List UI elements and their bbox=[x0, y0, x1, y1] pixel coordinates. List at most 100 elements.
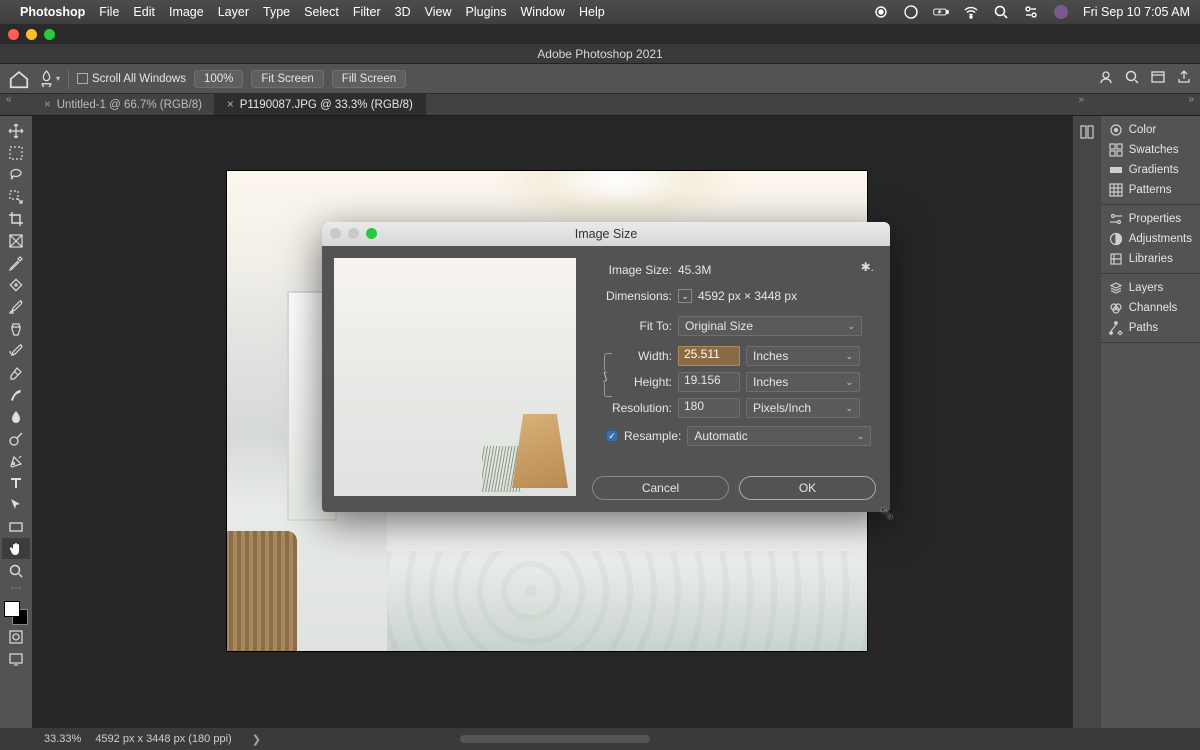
dimensions-unit-toggle[interactable]: ⌄ bbox=[678, 289, 692, 303]
window-minimize-button[interactable] bbox=[26, 29, 37, 40]
width-input[interactable]: 25.511 bbox=[678, 346, 740, 366]
menubar-clock[interactable]: Fri Sep 10 7:05 AM bbox=[1083, 5, 1190, 19]
app-menu[interactable]: Photoshop bbox=[20, 5, 85, 19]
width-unit-select[interactable]: Inches⌄ bbox=[746, 346, 860, 366]
document-tab[interactable]: ×Untitled-1 @ 66.7% (RGB/8) bbox=[32, 94, 215, 115]
status-controlcenter-icon[interactable] bbox=[1023, 4, 1039, 20]
panel-layers[interactable]: Layers bbox=[1101, 278, 1200, 298]
window-zoom-button[interactable] bbox=[44, 29, 55, 40]
edit-toolbar-icon[interactable]: ⋯ bbox=[2, 582, 30, 594]
menu-layer[interactable]: Layer bbox=[218, 5, 249, 19]
menu-image[interactable]: Image bbox=[169, 5, 204, 19]
hand-tool[interactable] bbox=[2, 538, 30, 559]
panel-swatches[interactable]: Swatches bbox=[1101, 140, 1200, 160]
status-zoom[interactable]: 33.33% bbox=[44, 733, 81, 745]
menu-file[interactable]: File bbox=[99, 5, 119, 19]
collapse-panels-right-icon[interactable]: » bbox=[1078, 94, 1084, 105]
status-battery-icon[interactable] bbox=[933, 4, 949, 20]
menu-view[interactable]: View bbox=[425, 5, 452, 19]
panel-paths[interactable]: Paths bbox=[1101, 318, 1200, 338]
resample-method-select[interactable]: Automatic⌄ bbox=[687, 426, 871, 446]
rectangle-tool[interactable] bbox=[2, 516, 30, 537]
path-select-tool[interactable] bbox=[2, 494, 30, 515]
status-user-icon[interactable] bbox=[1053, 4, 1069, 20]
history-brush-tool[interactable] bbox=[2, 340, 30, 361]
scroll-all-windows-checkbox[interactable]: Scroll All Windows bbox=[77, 73, 186, 85]
menu-3d[interactable]: 3D bbox=[395, 5, 411, 19]
marquee-tool[interactable] bbox=[2, 142, 30, 163]
menu-filter[interactable]: Filter bbox=[353, 5, 381, 19]
resolution-unit-select[interactable]: Pixels/Inch⌄ bbox=[746, 398, 860, 418]
quick-select-tool[interactable] bbox=[2, 186, 30, 207]
height-unit-select[interactable]: Inches⌄ bbox=[746, 372, 860, 392]
status-menu-chevron-icon[interactable]: ❯ bbox=[252, 733, 261, 746]
menu-edit[interactable]: Edit bbox=[133, 5, 155, 19]
brush-tool[interactable] bbox=[2, 296, 30, 317]
collapse-tabwell-icon[interactable]: « bbox=[6, 94, 12, 105]
menu-type[interactable]: Type bbox=[263, 5, 290, 19]
search-icon[interactable] bbox=[1124, 69, 1140, 88]
healing-brush-tool[interactable] bbox=[2, 274, 30, 295]
dialog-titlebar[interactable]: Image Size bbox=[322, 222, 890, 246]
workspace-switcher-icon[interactable] bbox=[1150, 69, 1166, 88]
zoom-100-button[interactable]: 100% bbox=[194, 70, 243, 88]
type-tool[interactable] bbox=[2, 472, 30, 493]
fit-to-select[interactable]: Original Size⌄ bbox=[678, 316, 862, 336]
close-tab-icon[interactable]: × bbox=[227, 99, 234, 111]
pen-tool[interactable] bbox=[2, 450, 30, 471]
status-spotlight-icon[interactable] bbox=[993, 4, 1009, 20]
fit-screen-button[interactable]: Fit Screen bbox=[251, 70, 323, 88]
horizontal-scrollbar[interactable] bbox=[460, 735, 650, 743]
eraser-tool[interactable] bbox=[2, 362, 30, 383]
panel-icon[interactable] bbox=[1079, 124, 1095, 145]
gradient-tool[interactable] bbox=[2, 384, 30, 405]
color-swatches[interactable] bbox=[4, 601, 28, 625]
window-close-button[interactable] bbox=[8, 29, 19, 40]
panel-patterns[interactable]: Patterns bbox=[1101, 180, 1200, 200]
panel-adjustments[interactable]: Adjustments bbox=[1101, 229, 1200, 249]
lasso-tool[interactable] bbox=[2, 164, 30, 185]
dialog-settings-icon[interactable]: ✱. bbox=[861, 260, 874, 274]
current-tool-icon[interactable]: ▾ bbox=[38, 68, 60, 90]
document-tab[interactable]: ×P1190087.JPG @ 33.3% (RGB/8) bbox=[215, 94, 426, 115]
panel-gradients[interactable]: Gradients bbox=[1101, 160, 1200, 180]
resolution-input[interactable]: 180 bbox=[678, 398, 740, 418]
constrain-proportions-toggle[interactable]: ⟆ bbox=[598, 350, 618, 400]
crop-tool[interactable] bbox=[2, 208, 30, 229]
menu-window[interactable]: Window bbox=[521, 5, 565, 19]
status-record-icon[interactable] bbox=[873, 4, 889, 20]
panel-libraries[interactable]: Libraries bbox=[1101, 249, 1200, 269]
zoom-tool[interactable] bbox=[2, 560, 30, 581]
dialog-zoom-button[interactable] bbox=[366, 228, 377, 239]
panel-channels[interactable]: Channels bbox=[1101, 298, 1200, 318]
dialog-preview[interactable] bbox=[334, 258, 576, 496]
home-button[interactable] bbox=[8, 68, 30, 90]
status-wifi-icon[interactable] bbox=[963, 4, 979, 20]
ok-button[interactable]: OK bbox=[739, 476, 876, 500]
status-cc-icon[interactable] bbox=[903, 4, 919, 20]
cancel-button[interactable]: Cancel bbox=[592, 476, 729, 500]
close-tab-icon[interactable]: × bbox=[44, 99, 51, 111]
blur-tool[interactable] bbox=[2, 406, 30, 427]
menu-help[interactable]: Help bbox=[579, 5, 605, 19]
height-input[interactable]: 19.156 bbox=[678, 372, 740, 392]
dodge-tool[interactable] bbox=[2, 428, 30, 449]
menu-select[interactable]: Select bbox=[304, 5, 339, 19]
select-value: Inches bbox=[753, 349, 788, 363]
quick-mask-toggle[interactable] bbox=[2, 626, 30, 647]
screen-mode-toggle[interactable] bbox=[2, 648, 30, 669]
status-doc-dims[interactable]: 4592 px x 3448 px (180 ppi) bbox=[95, 733, 231, 745]
frame-tool[interactable] bbox=[2, 230, 30, 251]
menu-plugins[interactable]: Plugins bbox=[466, 5, 507, 19]
dialog-close-button[interactable] bbox=[330, 228, 341, 239]
eyedropper-tool[interactable] bbox=[2, 252, 30, 273]
resample-checkbox[interactable]: ✓ bbox=[606, 430, 618, 442]
panel-properties[interactable]: Properties bbox=[1101, 209, 1200, 229]
fill-screen-button[interactable]: Fill Screen bbox=[332, 70, 406, 88]
panel-color[interactable]: Color bbox=[1101, 120, 1200, 140]
move-tool[interactable] bbox=[2, 120, 30, 141]
share-icon[interactable] bbox=[1176, 69, 1192, 88]
clone-stamp-tool[interactable] bbox=[2, 318, 30, 339]
collapse-panels-far-icon[interactable]: » bbox=[1188, 94, 1194, 105]
cloud-docs-icon[interactable] bbox=[1098, 69, 1114, 88]
